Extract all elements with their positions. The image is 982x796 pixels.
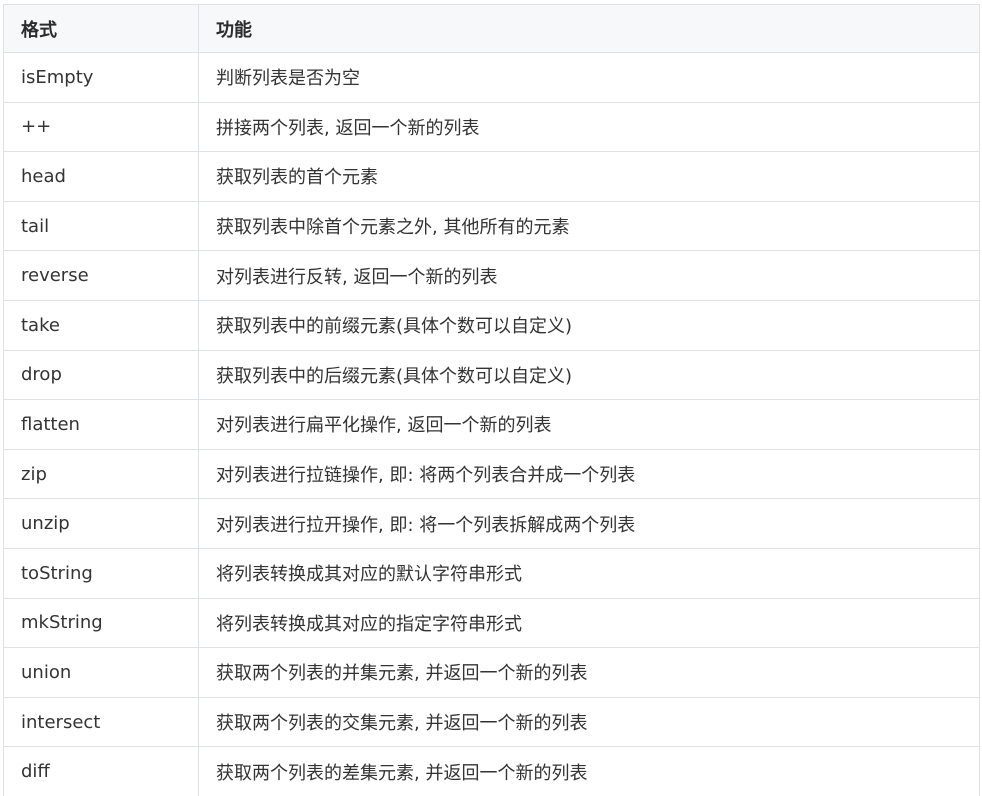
method-description-cell: 获取两个列表的交集元素, 并返回一个新的列表	[198, 696, 980, 748]
method-name-cell: ++	[3, 101, 199, 153]
table-row: diff 获取两个列表的差集元素, 并返回一个新的列表	[3, 746, 980, 796]
table-body: isEmpty 判断列表是否为空 ++ 拼接两个列表, 返回一个新的列表 hea…	[3, 52, 980, 796]
table-row: flatten 对列表进行扁平化操作, 返回一个新的列表	[3, 399, 980, 450]
method-description-cell: 对列表进行反转, 返回一个新的列表	[198, 250, 980, 301]
method-description-cell: 获取列表中的前缀元素(具体个数可以自定义)	[198, 299, 980, 351]
method-description-cell: 判断列表是否为空	[198, 52, 980, 103]
method-name-cell: mkString	[3, 597, 199, 649]
method-description-cell: 对列表进行扁平化操作, 返回一个新的列表	[198, 399, 980, 450]
method-description-cell: 对列表进行拉链操作, 即: 将两个列表合并成一个列表	[198, 448, 980, 500]
method-name-cell: isEmpty	[3, 52, 199, 103]
method-description-cell: 获取两个列表的差集元素, 并返回一个新的列表	[198, 746, 980, 796]
table-row: unzip 对列表进行拉开操作, 即: 将一个列表拆解成两个列表	[3, 498, 980, 549]
method-name-cell: head	[3, 151, 199, 202]
table-row: drop 获取列表中的后缀元素(具体个数可以自定义)	[3, 349, 980, 401]
method-name-cell: union	[3, 647, 199, 698]
method-name-cell: tail	[3, 200, 199, 252]
table-row: head 获取列表的首个元素	[3, 151, 980, 202]
method-description-cell: 将列表转换成其对应的默认字符串形式	[198, 547, 980, 599]
table-row: take 获取列表中的前缀元素(具体个数可以自定义)	[3, 299, 980, 351]
header-row: 格式 功能	[3, 4, 980, 53]
table-row: reverse 对列表进行反转, 返回一个新的列表	[3, 250, 980, 301]
list-methods-table: 格式 功能 isEmpty 判断列表是否为空 ++ 拼接两个列表, 返回一个新的…	[3, 4, 980, 796]
method-name-cell: zip	[3, 448, 199, 500]
table-row: toString 将列表转换成其对应的默认字符串形式	[3, 547, 980, 599]
table-row: intersect 获取两个列表的交集元素, 并返回一个新的列表	[3, 696, 980, 748]
method-description-cell: 获取列表中除首个元素之外, 其他所有的元素	[198, 200, 980, 252]
method-name-cell: toString	[3, 547, 199, 599]
header-format: 格式	[3, 4, 199, 53]
method-name-cell: drop	[3, 349, 199, 401]
method-name-cell: flatten	[3, 399, 199, 450]
document-page: 格式 功能 isEmpty 判断列表是否为空 ++ 拼接两个列表, 返回一个新的…	[0, 0, 982, 796]
method-description-cell: 对列表进行拉开操作, 即: 将一个列表拆解成两个列表	[198, 498, 980, 549]
method-description-cell: 获取列表中的后缀元素(具体个数可以自定义)	[198, 349, 980, 401]
header-function: 功能	[198, 4, 980, 53]
method-name-cell: unzip	[3, 498, 199, 549]
method-description-cell: 获取列表的首个元素	[198, 151, 980, 202]
table-row: isEmpty 判断列表是否为空	[3, 52, 980, 103]
table-row: ++ 拼接两个列表, 返回一个新的列表	[3, 101, 980, 153]
method-name-cell: take	[3, 299, 199, 351]
table-row: tail 获取列表中除首个元素之外, 其他所有的元素	[3, 200, 980, 252]
method-description-cell: 获取两个列表的并集元素, 并返回一个新的列表	[198, 647, 980, 698]
method-name-cell: reverse	[3, 250, 199, 301]
table-row: union 获取两个列表的并集元素, 并返回一个新的列表	[3, 647, 980, 698]
method-description-cell: 拼接两个列表, 返回一个新的列表	[198, 101, 980, 153]
table-row: zip 对列表进行拉链操作, 即: 将两个列表合并成一个列表	[3, 448, 980, 500]
table-row: mkString 将列表转换成其对应的指定字符串形式	[3, 597, 980, 649]
method-description-cell: 将列表转换成其对应的指定字符串形式	[198, 597, 980, 649]
method-name-cell: intersect	[3, 696, 199, 748]
method-name-cell: diff	[3, 746, 199, 796]
table-header: 格式 功能	[3, 4, 980, 53]
